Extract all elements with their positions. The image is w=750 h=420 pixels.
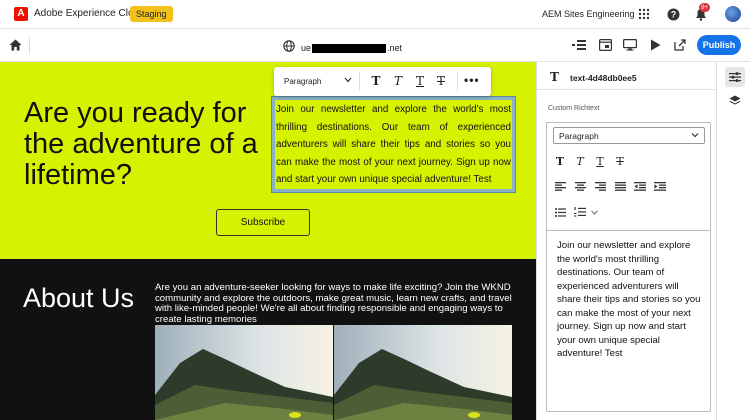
bold-icon[interactable]: T [370, 74, 382, 88]
bullet-list-icon[interactable] [554, 206, 566, 218]
url-prefix: ue [301, 42, 312, 53]
url-text: ue .net [301, 42, 403, 54]
italic-icon[interactable]: T [392, 74, 404, 88]
strikethrough-icon[interactable]: T [435, 74, 447, 88]
outline-tree-icon[interactable] [571, 37, 587, 53]
layers-icon[interactable] [725, 91, 745, 111]
svg-text:?: ? [670, 9, 676, 19]
apps-grid-icon[interactable] [637, 7, 651, 21]
floating-richtext-toolbar: Paragraph T T T T ••• [274, 67, 491, 96]
text-component-icon: T [550, 70, 559, 84]
format-select[interactable]: Paragraph [553, 127, 705, 144]
richtext-editor: Paragraph T T T T Join our newsletter an… [546, 122, 711, 412]
underline-icon[interactable]: T [594, 155, 606, 168]
top-header: A Adobe Experience Cloud Staging AEM Sit… [0, 0, 750, 29]
properties-panel: T text-4d48db0ee5 Custom Richtext Paragr… [536, 62, 717, 420]
page-canvas: Are you ready for the adventure of a lif… [0, 62, 536, 420]
about-title[interactable]: About Us [23, 283, 134, 314]
home-icon[interactable] [7, 37, 23, 53]
open-external-icon[interactable] [672, 37, 688, 53]
component-id: text-4d48db0ee5 [570, 73, 637, 83]
url-redaction [312, 44, 387, 54]
properties-icon[interactable] [725, 67, 745, 87]
toolbar-divider [29, 37, 30, 54]
publish-button[interactable]: Publish [697, 35, 741, 55]
panel-divider [537, 89, 717, 90]
align-right-icon[interactable] [594, 180, 606, 192]
field-label: Custom Richtext [548, 105, 600, 112]
landscape-image[interactable] [334, 325, 512, 420]
right-rail [716, 62, 750, 420]
richtext-content[interactable]: Join our newsletter and explore the worl… [557, 239, 705, 361]
subscribe-button[interactable]: Subscribe [216, 209, 310, 236]
environment-badge: Staging [130, 6, 173, 22]
align-justify-icon[interactable] [614, 180, 626, 192]
hero-title[interactable]: Are you ready for the adventure of a lif… [24, 98, 264, 191]
underline-icon[interactable]: T [414, 74, 426, 88]
adobe-logo-icon[interactable]: A [14, 7, 28, 21]
outdent-icon[interactable] [634, 180, 646, 192]
strikethrough-icon[interactable]: T [614, 155, 626, 168]
about-section: About Us Are you an adventure-seeker loo… [0, 259, 536, 420]
bold-icon[interactable]: T [554, 155, 566, 168]
toolbar-separator [359, 72, 360, 91]
avatar[interactable] [725, 6, 741, 22]
url-suffix: .net [387, 42, 403, 53]
org-switcher[interactable]: AEM Sites Engineering [542, 9, 635, 19]
chevron-down-icon[interactable] [588, 206, 600, 218]
notification-badge: 9+ [699, 3, 710, 12]
hero-section: Are you ready for the adventure of a lif… [0, 62, 536, 259]
about-text[interactable]: Are you an adventure-seeker looking for … [155, 282, 515, 325]
editor-toolbar: ue .net Publish [0, 29, 750, 62]
numbered-list-icon[interactable] [574, 206, 586, 218]
toolbar-separator [457, 72, 458, 91]
chevron-down-icon[interactable] [344, 76, 352, 85]
page-url[interactable]: ue .net [283, 39, 402, 57]
hero-text-editable[interactable]: Join our newsletter and explore the worl… [271, 96, 516, 193]
emulator-icon[interactable] [597, 37, 613, 53]
play-icon[interactable] [647, 37, 663, 53]
paragraph-format-select[interactable]: Paragraph [284, 77, 321, 86]
format-select-value: Paragraph [559, 130, 599, 141]
help-icon[interactable]: ? [666, 7, 680, 21]
chevron-down-icon [691, 131, 699, 141]
align-center-icon[interactable] [574, 180, 586, 192]
desktop-icon[interactable] [622, 37, 638, 53]
italic-icon[interactable]: T [574, 155, 586, 168]
editor-divider [547, 230, 710, 231]
more-options-icon[interactable]: ••• [464, 73, 480, 87]
indent-icon[interactable] [654, 180, 666, 192]
landscape-image[interactable] [155, 325, 333, 420]
align-left-icon[interactable] [554, 180, 566, 192]
globe-icon [283, 39, 295, 57]
app-title[interactable]: Adobe Experience Cloud [34, 8, 145, 19]
